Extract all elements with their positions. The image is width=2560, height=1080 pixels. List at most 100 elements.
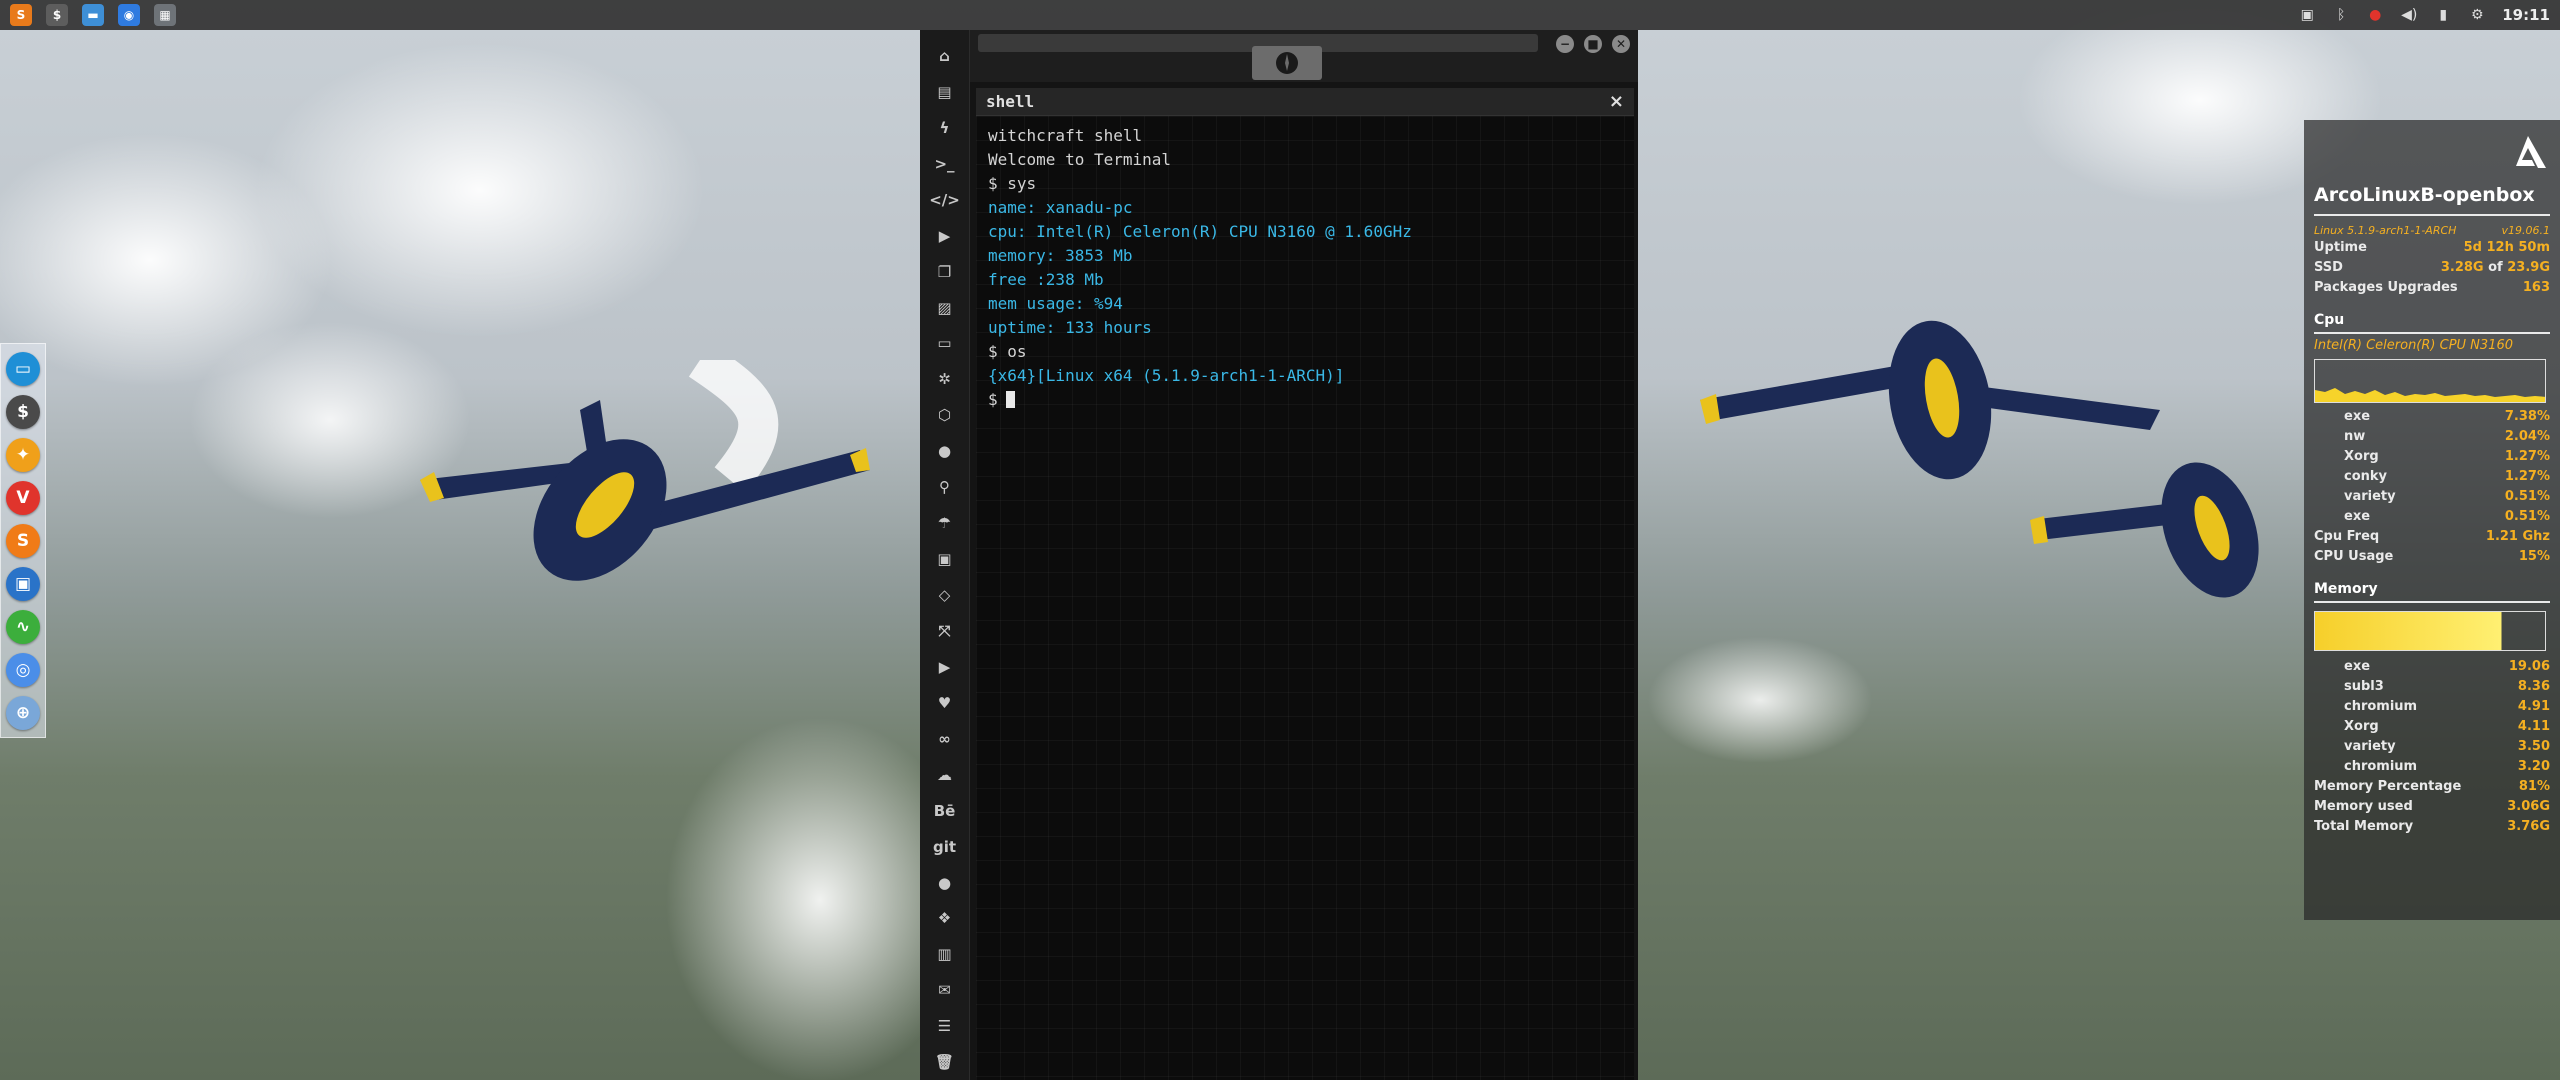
shell-close-button[interactable]: × <box>1609 91 1624 112</box>
memory-process-list: exe 19.06 subl3 8.36 chromium 4.91 Xorg 4.11 var… <box>2314 659 2550 779</box>
process-value: 3.20 <box>2517 759 2550 774</box>
process-row: nw 2.04% <box>2314 429 2550 449</box>
terminal-prompt-icon[interactable]: >_ <box>930 146 960 182</box>
dock-network-icon[interactable]: ⊕ <box>6 696 40 730</box>
umbrella-icon[interactable]: ☂ <box>930 505 960 541</box>
search-icon[interactable]: ⚲ <box>930 469 960 505</box>
cpu-freq-label: Cpu Freq <box>2314 529 2380 544</box>
cpu-graph <box>2314 359 2546 403</box>
bluetooth-icon[interactable]: ᛒ <box>2332 6 2350 24</box>
home-icon[interactable]: ⌂ <box>930 38 960 74</box>
mem-total-value: 3.76G <box>2507 819 2550 834</box>
server-icon[interactable]: ☰ <box>930 1008 960 1044</box>
dock-sublime-icon[interactable]: S <box>6 524 40 558</box>
copy-icon[interactable]: ❐ <box>930 254 960 290</box>
play-icon[interactable]: ▶ <box>930 218 960 254</box>
mail-icon[interactable]: ✉ <box>930 972 960 1008</box>
clock[interactable]: 19:11 <box>2502 6 2550 24</box>
github-icon[interactable]: ● <box>930 865 960 901</box>
cpu-section-title: Cpu <box>2314 312 2345 328</box>
process-value: 2.04% <box>2504 429 2550 444</box>
sublime-launcher-icon[interactable]: S <box>10 4 32 26</box>
left-dock: ▭ $ ✦ V S ▣ ∿ ◎ ⊕ <box>0 343 46 738</box>
files-launcher-icon[interactable]: ▬ <box>82 4 104 26</box>
hexagon-icon[interactable]: ⬡ <box>930 397 960 433</box>
terminal-output[interactable]: witchcraft shell Welcome to Terminal $ sys… <box>976 116 1634 1080</box>
process-row: Xorg 1.27% <box>2314 449 2550 469</box>
memory-section-title: Memory <box>2314 581 2378 597</box>
terminal-line: $ sys <box>988 174 1037 193</box>
mem-pct-label: Memory Percentage <box>2314 779 2462 794</box>
process-row: conky 1.27% <box>2314 469 2550 489</box>
app-titlebar: − ■ ✕ <box>970 30 1638 82</box>
map-icon[interactable]: ▥ <box>930 936 960 972</box>
uptime-value: 5d 12h 50m <box>2463 240 2550 255</box>
divider <box>2314 601 2550 603</box>
settings-icon[interactable]: ⚙ <box>2468 6 2486 24</box>
process-value: 8.36 <box>2517 679 2550 694</box>
terminal-launcher-icon[interactable]: $ <box>46 4 68 26</box>
globe-icon[interactable]: ● <box>930 433 960 469</box>
heart-icon[interactable]: ♥ <box>930 685 960 721</box>
image-icon[interactable]: ▨ <box>930 290 960 326</box>
lightning-icon[interactable]: ϟ <box>930 110 960 146</box>
terminal-line: {x64}[Linux x64 (5.1.9-arch1-1-ARCH)] <box>988 366 1345 385</box>
record-icon[interactable]: ● <box>2366 6 2384 24</box>
terminal-line: free :238 Mb <box>988 270 1104 289</box>
image-viewer-icon[interactable]: ▣ <box>2298 6 2316 24</box>
cubes-icon[interactable]: ❖ <box>930 901 960 937</box>
contact-icon[interactable]: ▣ <box>930 541 960 577</box>
close-button[interactable]: ✕ <box>1612 35 1630 53</box>
terminal-app-window: ⌂ ▤ ϟ >_ </> ▶ ❐ ▨ ▭ ✲ ⬡ ● ⚲ ☂ ▣ ◇ ⤧ ▶ ♥ ∞ ☁ Bē git ● ❖ ▥ ✉ ☰ 🗑 − ■ … <box>920 30 1638 1080</box>
conky-panel: ArcoLinuxB-openbox Linux 5.1.9-arch1-1-A… <box>2304 120 2560 920</box>
cloud-outline-icon[interactable]: ∞ <box>930 721 960 757</box>
process-name: subl3 <box>2344 679 2384 694</box>
chrome-launcher-icon[interactable]: ◉ <box>118 4 140 26</box>
divider <box>2314 332 2550 334</box>
mem-used-value: 3.06G <box>2507 799 2550 814</box>
packages-row: Packages Upgrades 163 <box>2314 280 2550 300</box>
conky-title: ArcoLinuxB-openbox <box>2314 184 2535 206</box>
process-name: variety <box>2344 489 2396 504</box>
maximize-button[interactable]: ■ <box>1584 35 1602 53</box>
cloud-icon[interactable]: ☁ <box>930 757 960 793</box>
card-icon[interactable]: ▭ <box>930 326 960 362</box>
process-name: chromium <box>2344 759 2418 774</box>
dock-settings-icon[interactable]: ✦ <box>6 438 40 472</box>
dock-vivaldi-icon[interactable]: V <box>6 481 40 515</box>
behance-icon[interactable]: Bē <box>930 793 960 829</box>
react-icon[interactable]: ✲ <box>930 361 960 397</box>
code-icon[interactable]: </> <box>929 182 960 218</box>
dock-file-manager-icon[interactable]: ▭ <box>6 352 40 386</box>
document-icon[interactable]: ▤ <box>930 74 960 110</box>
desktop-launcher-icon[interactable]: ▦ <box>154 4 176 26</box>
process-value: 3.50 <box>2517 739 2550 754</box>
dock-chromium-icon[interactable]: ◎ <box>6 653 40 687</box>
minimize-button[interactable]: − <box>1556 35 1574 53</box>
jet-left-image <box>420 360 870 581</box>
uptime-row: Uptime 5d 12h 50m <box>2314 240 2550 260</box>
process-row: exe 0.51% <box>2314 509 2550 529</box>
youtube-icon[interactable]: ▶ <box>930 649 960 685</box>
process-value: 4.11 <box>2517 719 2550 734</box>
terminal-prompt-line[interactable]: $ <box>988 388 1622 412</box>
ssd-of: of <box>2488 260 2503 275</box>
process-value: 4.91 <box>2517 699 2550 714</box>
dock-screenshot-icon[interactable]: ▣ <box>6 567 40 601</box>
battery-icon[interactable]: ▮ <box>2434 6 2452 24</box>
ssd-label: SSD <box>2314 260 2343 275</box>
dock-terminal-icon[interactable]: $ <box>6 395 40 429</box>
mem-pct-value: 81% <box>2518 779 2550 794</box>
volume-icon[interactable]: ◀) <box>2400 6 2418 24</box>
dock-system-monitor-icon[interactable]: ∿ <box>6 610 40 644</box>
git-icon[interactable]: git <box>930 829 960 865</box>
packages-value: 163 <box>2522 280 2550 295</box>
process-name: exe <box>2344 659 2371 674</box>
panel-launchers: S $ ▬ ◉ ▦ <box>10 4 176 26</box>
expand-icon[interactable]: ⤧ <box>930 613 960 649</box>
trash-icon[interactable]: 🗑 <box>930 1044 960 1080</box>
diamond-code-icon[interactable]: ◇ <box>930 577 960 613</box>
shell-tab[interactable]: shell × <box>976 88 1634 116</box>
process-row: subl3 8.36 <box>2314 679 2550 699</box>
top-panel: S $ ▬ ◉ ▦ ▣ ᛒ ● ◀) ▮ ⚙ 19:11 <box>0 0 2560 30</box>
